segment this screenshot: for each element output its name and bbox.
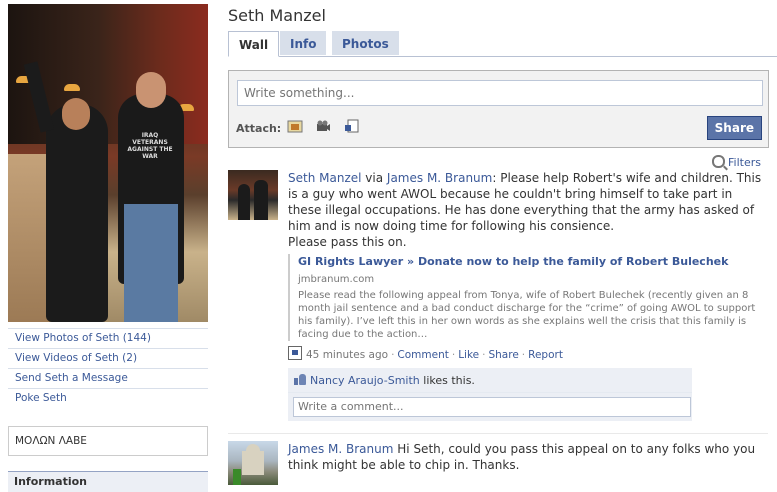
video-icon[interactable] xyxy=(315,119,331,134)
story-author-link[interactable]: Seth Manzel xyxy=(288,171,361,185)
story-text-2: Please pass this on. xyxy=(288,235,407,249)
story-body: Seth Manzel via James M. Branum: Please … xyxy=(288,170,766,363)
story-meta: 45 minutes ago · Comment · Like · Share · Report xyxy=(288,346,766,363)
bio-box: ΜΟΛΩΝ ΛΑΒΕ xyxy=(8,426,208,456)
view-videos-link[interactable]: View Videos of Seth (2) xyxy=(8,348,208,368)
via-label: via xyxy=(365,171,384,185)
photo-shirt-text: IRAQ VETERANS AGAINST THE WAR xyxy=(127,132,173,160)
avatar-figure xyxy=(238,184,250,220)
liker-link[interactable]: Nancy Araujo-Smith xyxy=(310,374,420,387)
via-author-link[interactable]: James M. Branum xyxy=(387,171,492,185)
view-photos-link[interactable]: View Photos of Seth (144) xyxy=(8,328,208,348)
profile-tabs: Wall Info Photos xyxy=(228,31,777,57)
tab-photos[interactable]: Photos xyxy=(332,31,399,55)
avatar[interactable] xyxy=(228,441,278,485)
photo-person-legs xyxy=(124,204,178,322)
report-link[interactable]: Report xyxy=(528,349,563,361)
comment-link[interactable]: Comment xyxy=(397,349,448,361)
photo-person-left xyxy=(23,61,108,322)
left-column: IRAQ VETERANS AGAINST THE WAR View Photo… xyxy=(8,4,208,492)
profile-header: Seth Manzel xyxy=(228,6,326,25)
like-link[interactable]: Like xyxy=(458,349,479,361)
send-message-link[interactable]: Send Seth a Message xyxy=(8,368,208,388)
filters-label: Filters xyxy=(728,156,761,169)
composer: Attach: Share xyxy=(228,70,769,148)
attachment-description: Please read the following appeal from To… xyxy=(298,290,756,340)
share-link[interactable]: Share xyxy=(488,349,518,361)
link-icon[interactable] xyxy=(344,119,360,134)
avatar-figure xyxy=(233,469,241,485)
lamp-shade xyxy=(64,84,80,91)
photo-icon[interactable] xyxy=(287,119,303,134)
story-body: James M. Branum Hi Seth, could you pass … xyxy=(288,441,766,473)
photo-person-head xyxy=(136,72,166,108)
tab-wall[interactable]: Wall xyxy=(228,31,280,57)
timestamp[interactable]: 45 minutes ago xyxy=(306,349,388,361)
information-header: Information xyxy=(8,471,208,492)
feedback-box: Nancy Araujo-Smith likes this. xyxy=(288,368,692,421)
attachment-domain: jmbranum.com xyxy=(298,274,375,285)
story-divider xyxy=(228,433,768,434)
filters-link[interactable]: Filters xyxy=(712,155,761,169)
story-author-link[interactable]: James M. Branum xyxy=(288,442,393,456)
story-message: James M. Branum Hi Seth, could you pass … xyxy=(288,441,766,473)
avatar[interactable] xyxy=(228,170,278,220)
likes-row: Nancy Araujo-Smith likes this. xyxy=(288,368,692,393)
poke-link[interactable]: Poke Seth xyxy=(8,388,208,408)
attach-label: Attach: xyxy=(236,122,282,135)
comment-input[interactable] xyxy=(293,397,691,417)
share-button[interactable]: Share xyxy=(706,116,762,140)
thumbs-up-icon xyxy=(294,374,306,385)
status-input[interactable] xyxy=(237,80,763,106)
photo-person-right xyxy=(118,72,184,322)
profile-name: Seth Manzel xyxy=(228,6,326,25)
avatar-building xyxy=(242,451,264,475)
link-attachment: GI Rights Lawyer » Donate now to help th… xyxy=(288,254,758,341)
avatar-figure xyxy=(254,180,268,220)
attachment-title[interactable]: GI Rights Lawyer » Donate now to help th… xyxy=(298,254,758,270)
profile-photo[interactable]: IRAQ VETERANS AGAINST THE WAR xyxy=(8,4,208,322)
story-message: Seth Manzel via James M. Branum: Please … xyxy=(288,170,766,234)
likes-suffix: likes this. xyxy=(423,374,475,387)
tab-info[interactable]: Info xyxy=(280,31,327,55)
search-icon xyxy=(712,155,725,168)
profile-actions: View Photos of Seth (144) View Videos of… xyxy=(8,328,208,408)
link-share-icon xyxy=(288,346,302,360)
photo-person-head xyxy=(62,98,90,130)
